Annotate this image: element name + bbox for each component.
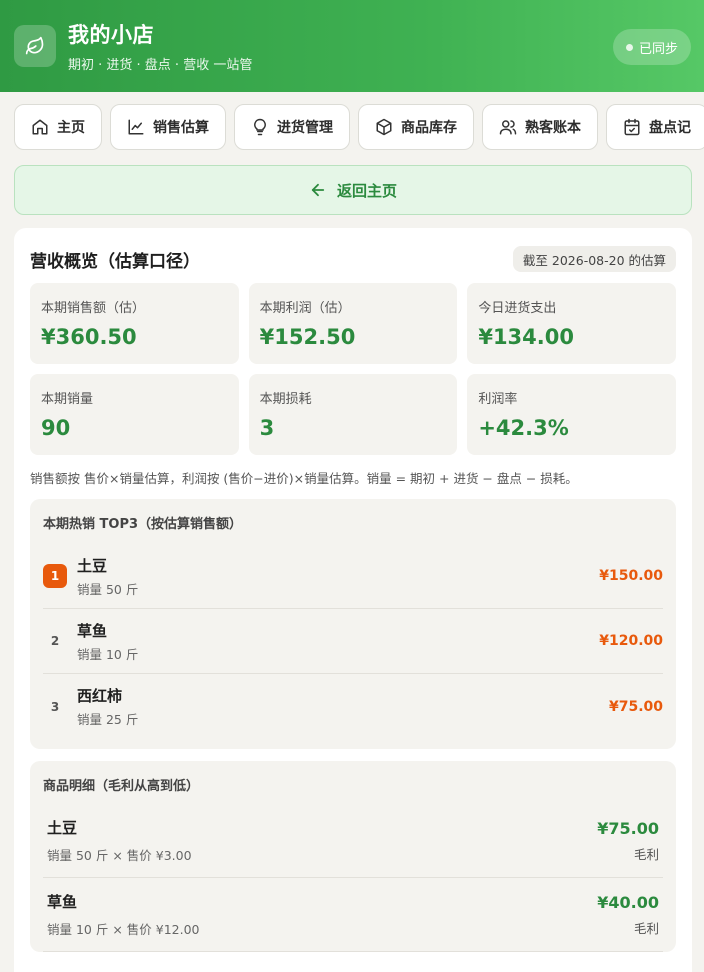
stat-value: ¥152.50 — [259, 325, 356, 349]
stat-profit: 本期利润（估） ¥152.50 — [248, 283, 458, 364]
stat-purchase-cost: 今日进货支出 ¥134.00 — [467, 283, 676, 364]
stat-value: 3 — [259, 416, 275, 440]
stat-value: +42.3% — [478, 416, 569, 440]
nav-item-sales-estimate[interactable]: 销售估算 — [110, 104, 226, 150]
stat-label: 本期利润（估） — [259, 301, 351, 316]
item-name: 土豆 — [47, 819, 78, 837]
product-detail-section: 商品明细（毛利从高到低） 土豆 销量 50 斤 × 售价 ¥3.00 ¥75.0… — [30, 761, 676, 952]
top3-section: 本期热销 TOP3（按估算销售额） 1 土豆 销量 50 斤 ¥150.00 2… — [30, 499, 676, 749]
item-sales-formula: 销量 10 斤 × 售价 ¥12.00 — [47, 922, 200, 937]
stat-volume: 本期销量 90 — [30, 374, 239, 455]
item-amount: ¥75.00 — [608, 698, 663, 715]
main-nav: 主页 销售估算 进货管理 商品库存 熟客账本 盘点记 — [14, 104, 704, 150]
line-chart-icon — [128, 119, 144, 135]
stat-label: 本期损耗 — [259, 392, 312, 407]
users-icon — [499, 120, 517, 135]
nav-item-stocktake[interactable]: 盘点记 — [606, 104, 704, 150]
back-home-label: 返回主页 — [336, 181, 397, 200]
app-header: 我的小店 期初 · 进货 · 盘点 · 营收 一站管 已同步 — [0, 0, 704, 92]
date-badge: 截至 2026-08-20 的估算 — [512, 246, 676, 272]
item-name: 草鱼 — [47, 893, 78, 911]
nav-item-label: 盘点记 — [649, 120, 691, 136]
list-item: 3 西红柿 销量 25 斤 ¥75.00 — [43, 674, 663, 739]
stat-loss: 本期损耗 3 — [248, 374, 458, 455]
profit-label: 毛利 — [633, 846, 659, 862]
nav-item-customers[interactable]: 熟客账本 — [482, 104, 598, 150]
profit-label: 毛利 — [633, 920, 659, 936]
stats-grid: 本期销售额（估） ¥360.50 本期利润（估） ¥152.50 今日进货支出 … — [30, 283, 676, 455]
nav-item-inventory[interactable]: 商品库存 — [358, 104, 474, 150]
revenue-overview-card: 营收概览（估算口径） 截至 2026-08-20 的估算 本期销售额（估） ¥3… — [14, 228, 692, 972]
arrow-left-icon — [311, 183, 325, 197]
app-title: 我的小店 — [68, 23, 154, 47]
stat-label: 本期销量 — [41, 392, 94, 407]
item-profit: ¥40.00 — [597, 892, 659, 912]
item-amount: ¥150.00 — [599, 568, 663, 584]
item-name: 草鱼 — [77, 621, 108, 640]
table-row: 草鱼 销量 10 斤 × 售价 ¥12.00 ¥40.00 毛利 — [43, 878, 663, 952]
rank-badge: 3 — [50, 699, 60, 714]
top3-title: 本期热销 TOP3（按估算销售额） — [43, 517, 243, 532]
nav-item-label: 熟客账本 — [525, 120, 581, 136]
item-name: 西红柿 — [77, 687, 123, 705]
stat-value: ¥360.50 — [41, 325, 137, 349]
leaf-icon — [14, 25, 56, 67]
overview-title: 营收概览（估算口径） — [30, 251, 200, 272]
list-item: 2 草鱼 销量 10 斤 ¥120.00 — [43, 609, 663, 674]
item-volume: 销量 10 斤 — [77, 646, 139, 662]
sync-dot-icon — [625, 43, 633, 51]
stat-label: 利润率 — [478, 392, 518, 407]
calendar-check-icon — [624, 118, 640, 136]
nav-item-label: 商品库存 — [401, 120, 457, 136]
box-icon — [376, 118, 392, 136]
item-profit: ¥75.00 — [597, 818, 659, 838]
list-item: 1 土豆 销量 50 斤 ¥150.00 — [43, 544, 663, 609]
estimate-note: 销售额按 售价×销量估算，利润按 (售价−进价)×销量估算。销量 = 期初 + … — [30, 471, 578, 486]
item-sales-formula: 销量 50 斤 × 售价 ¥3.00 — [47, 848, 192, 863]
sync-status-badge[interactable]: 已同步 — [613, 29, 691, 65]
sync-label: 已同步 — [638, 41, 678, 57]
stat-value: 90 — [41, 416, 71, 440]
rank-badge: 2 — [50, 634, 60, 648]
item-volume: 销量 25 斤 — [77, 712, 139, 727]
stat-label: 本期销售额（估） — [41, 301, 146, 316]
item-name: 土豆 — [77, 556, 108, 575]
home-icon — [32, 119, 48, 135]
item-volume: 销量 50 斤 — [77, 581, 139, 597]
nav-item-label: 销售估算 — [153, 120, 209, 136]
nav-item-label: 进货管理 — [277, 120, 333, 136]
lightbulb-icon — [254, 118, 266, 136]
stat-label: 今日进货支出 — [478, 301, 557, 316]
stat-value: ¥134.00 — [478, 325, 574, 349]
nav-item-home[interactable]: 主页 — [14, 104, 102, 150]
nav-item-purchase[interactable]: 进货管理 — [234, 104, 350, 150]
detail-title: 商品明细（毛利从高到低） — [43, 779, 200, 794]
table-row: 土豆 销量 50 斤 × 售价 ¥3.00 ¥75.00 毛利 — [43, 804, 663, 878]
stat-margin: 利润率 +42.3% — [467, 374, 676, 455]
item-amount: ¥120.00 — [599, 633, 663, 649]
stat-sales: 本期销售额（估） ¥360.50 — [30, 283, 239, 364]
rank-badge: 1 — [43, 564, 67, 588]
nav-item-label: 主页 — [57, 120, 85, 136]
app-subtitle: 期初 · 进货 · 盘点 · 营收 一站管 — [68, 58, 253, 73]
back-home-button[interactable]: 返回主页 — [14, 165, 692, 215]
